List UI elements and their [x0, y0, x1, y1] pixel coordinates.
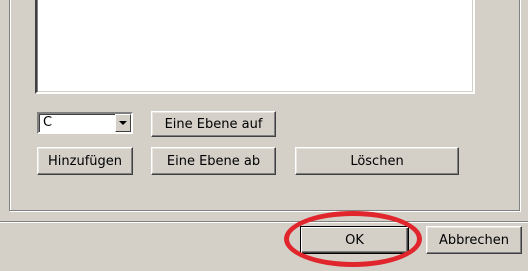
delete-button[interactable]: Löschen	[295, 147, 459, 175]
layer-combobox[interactable]: C	[37, 112, 133, 134]
ok-button[interactable]: OK	[300, 226, 409, 254]
dialog-separator	[0, 221, 528, 223]
chevron-down-icon	[119, 121, 127, 125]
add-button[interactable]: Hinzufügen	[37, 147, 133, 175]
layer-down-button[interactable]: Eine Ebene ab	[151, 147, 276, 175]
cancel-button[interactable]: Abbrechen	[426, 226, 522, 254]
layer-combobox-value: C	[43, 115, 53, 130]
layer-up-button[interactable]: Eine Ebene auf	[151, 111, 276, 137]
combobox-dropdown-button[interactable]	[115, 114, 131, 132]
entries-list[interactable]	[35, 0, 475, 94]
